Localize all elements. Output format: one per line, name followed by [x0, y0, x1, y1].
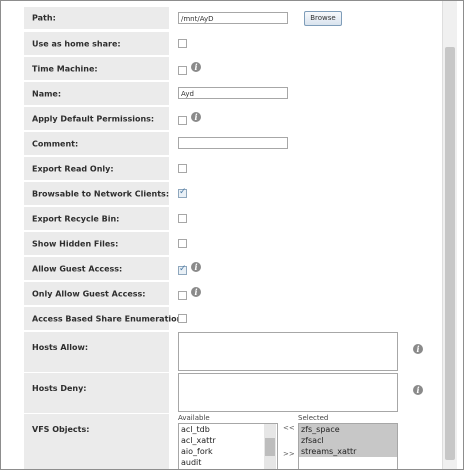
row-path: Path: /mnt/AyD Browse [16, 7, 440, 30]
row-guest-access: Allow Guest Access: i [16, 257, 440, 281]
list-item[interactable]: acl_tdb [179, 424, 277, 435]
available-scrollbar[interactable] [264, 424, 276, 469]
browsable-checkbox[interactable] [178, 187, 187, 198]
row-time-machine: Time Machine: i [16, 57, 440, 81]
name-input[interactable]: Ayd [178, 87, 288, 99]
vfs-objects-label: VFS Objects: [24, 414, 169, 469]
list-item[interactable]: acl_xattr [179, 435, 277, 446]
abse-checkbox[interactable] [178, 314, 187, 323]
row-home-share: Use as home share: [16, 32, 440, 56]
hidden-files-label: Show Hidden Files: [24, 232, 169, 255]
move-right-button[interactable]: >> [283, 450, 295, 458]
hosts-allow-info-icon[interactable]: i [413, 344, 423, 354]
path-label: Path: [24, 7, 169, 29]
row-guest-only: Only Allow Guest Access: i [16, 282, 440, 306]
row-vfs-objects: VFS Objects: Available acl_tdb acl_xattr… [16, 414, 440, 469]
form-panel: Path: /mnt/AyD Browse Use as home share:… [8, 1, 442, 469]
scrollbar-thumb[interactable] [445, 47, 455, 460]
abse-label: Access Based Share Enumeration: [24, 307, 186, 330]
path-input[interactable]: /mnt/AyD [178, 12, 288, 24]
export-read-only-checkbox[interactable] [178, 164, 187, 173]
apply-permissions-label: Apply Default Permissions: [24, 107, 169, 130]
hidden-files-checkbox[interactable] [178, 239, 187, 248]
row-hosts-deny: Hosts Deny: i [16, 373, 440, 414]
browse-button[interactable]: Browse [304, 11, 342, 26]
row-abse: Access Based Share Enumeration: [16, 307, 440, 331]
recycle-bin-label: Export Recycle Bin: [24, 207, 169, 230]
apply-permissions-info-icon[interactable]: i [191, 112, 201, 122]
list-item[interactable]: streams_xattr [299, 446, 397, 457]
time-machine-checkbox[interactable] [178, 66, 187, 75]
time-machine-info-icon[interactable]: i [191, 62, 201, 72]
list-item[interactable]: aio_fork [179, 446, 277, 457]
home-share-label: Use as home share: [24, 32, 169, 55]
dialog-scrollbar[interactable] [442, 1, 457, 469]
row-hidden-files: Show Hidden Files: [16, 232, 440, 256]
guest-only-info-icon[interactable]: i [191, 287, 201, 297]
row-name: Name: Ayd [16, 82, 440, 106]
time-machine-label: Time Machine: [24, 57, 169, 80]
browsable-label: Browsable to Network Clients: [24, 182, 169, 205]
row-comment: Comment: [16, 132, 440, 156]
selected-label: Selected [298, 414, 329, 422]
list-item[interactable]: zfs_space [299, 424, 397, 435]
guest-only-label: Only Allow Guest Access: [24, 282, 169, 305]
available-list[interactable]: acl_tdb acl_xattr aio_fork audit [178, 423, 278, 469]
available-label: Available [178, 414, 210, 422]
row-export-read-only: Export Read Only: [16, 157, 440, 181]
export-read-only-label: Export Read Only: [24, 157, 169, 180]
hosts-deny-label: Hosts Deny: [24, 373, 169, 413]
comment-label: Comment: [24, 132, 169, 155]
hosts-allow-textarea[interactable] [178, 332, 398, 371]
hosts-allow-label: Hosts Allow: [24, 332, 169, 372]
row-recycle-bin: Export Recycle Bin: [16, 207, 440, 231]
list-item[interactable]: audit [179, 457, 277, 468]
home-share-checkbox[interactable] [178, 39, 187, 48]
hosts-deny-info-icon[interactable]: i [413, 385, 423, 395]
comment-input[interactable] [178, 137, 288, 149]
guest-access-label: Allow Guest Access: [24, 257, 169, 280]
guest-access-info-icon[interactable]: i [191, 262, 201, 272]
name-label: Name: [24, 82, 169, 105]
selected-list[interactable]: zfs_space zfsacl streams_xattr [298, 423, 398, 469]
guest-access-checkbox[interactable] [178, 264, 187, 275]
apply-permissions-checkbox[interactable] [178, 116, 187, 125]
guest-only-checkbox[interactable] [178, 291, 187, 300]
row-browsable: Browsable to Network Clients: [16, 182, 440, 206]
share-dialog: Path: /mnt/AyD Browse Use as home share:… [0, 0, 464, 470]
hosts-deny-textarea[interactable] [178, 373, 398, 412]
list-item[interactable]: zfsacl [299, 435, 397, 446]
row-hosts-allow: Hosts Allow: i [16, 332, 440, 373]
row-apply-permissions: Apply Default Permissions: i [16, 107, 440, 131]
recycle-bin-checkbox[interactable] [178, 214, 187, 223]
move-left-button[interactable]: << [283, 424, 295, 432]
